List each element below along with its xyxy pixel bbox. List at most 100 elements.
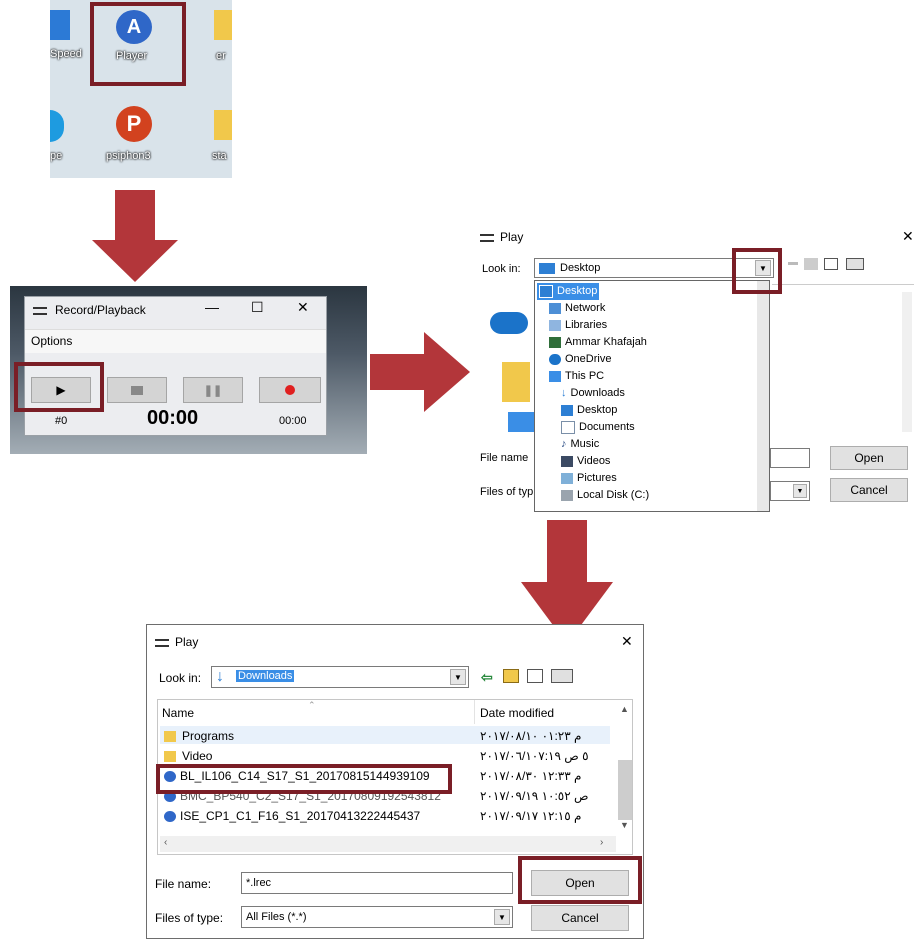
list-item[interactable]: Programs xyxy=(164,726,474,746)
back-arrow-icon[interactable]: ⇦ xyxy=(481,669,493,686)
options-menu[interactable]: Options xyxy=(31,334,72,348)
files-of-type-select[interactable]: All Files (*.*) ▼ xyxy=(241,906,513,928)
folder-icon-label: er xyxy=(216,50,226,62)
dropdown-item-onedrive[interactable]: OneDrive xyxy=(549,351,611,368)
menu-bar: Options xyxy=(25,329,326,353)
back-icon[interactable] xyxy=(788,262,798,265)
arrow-right-shaft xyxy=(370,354,424,390)
record-icon xyxy=(285,385,295,395)
folder-icon-label: sta xyxy=(212,150,227,162)
player-highlight-box xyxy=(90,2,186,86)
time-display: 00:00 xyxy=(147,407,199,429)
new-folder-icon[interactable] xyxy=(527,669,543,683)
scroll-up-icon[interactable]: ▲ xyxy=(620,704,629,714)
dropdown-item-desktop-root[interactable]: Desktop xyxy=(537,283,600,300)
chevron-down-icon[interactable]: ▼ xyxy=(793,484,807,498)
desktop-icon xyxy=(539,263,555,274)
dropdown-item-videos[interactable]: Videos xyxy=(561,453,610,470)
dropdown-scrollbar[interactable] xyxy=(757,281,769,511)
folder-icon[interactable] xyxy=(214,110,232,140)
arrow-down-head xyxy=(92,240,178,282)
dropdown-item-pictures[interactable]: Pictures xyxy=(561,470,617,487)
skype-icon[interactable] xyxy=(50,110,64,142)
file-list[interactable] xyxy=(772,284,914,434)
horizontal-scrollbar[interactable]: ‹ › xyxy=(160,836,616,852)
dropdown-item-desktop[interactable]: Desktop xyxy=(561,402,617,419)
list-item[interactable]: ISE_CP1_C1_F16_S1_20170413222445437 xyxy=(164,806,474,826)
dropdown-item-local-disk[interactable]: Local Disk (C:) xyxy=(561,487,649,504)
close-button[interactable]: ✕ xyxy=(621,633,633,650)
dropdown-item-label: Pictures xyxy=(577,472,617,484)
date-modified: ۲۰۱۷/۰۹/۱۷ م ۱۲:۱٥ xyxy=(480,809,582,823)
duration-display: 00:00 xyxy=(279,415,307,427)
files-of-type-label: Files of typ xyxy=(480,486,534,498)
close-button[interactable]: ✕ xyxy=(297,299,309,316)
name-column-header[interactable]: Name xyxy=(162,706,194,720)
folder-icon xyxy=(164,750,176,762)
user-folder-icon[interactable] xyxy=(502,362,530,402)
cancel-button[interactable]: Cancel xyxy=(531,905,629,931)
file-name-input[interactable]: *.lrec xyxy=(241,872,513,894)
desktop-icon xyxy=(539,285,553,298)
scroll-left-icon[interactable]: ‹ xyxy=(164,837,167,848)
window-icon xyxy=(33,307,47,315)
dropdown-item-this-pc[interactable]: This PC xyxy=(549,368,604,385)
date-modified: ۲۰۱۷/۰۸/۱۰ م ۰۱:۲۳ xyxy=(480,729,582,743)
record-button[interactable] xyxy=(259,377,321,403)
play-dialog-1: Play ✕ Look in: Desktop ▼ Desktop Networ… xyxy=(472,222,914,512)
dropdown-item-libraries[interactable]: Libraries xyxy=(549,317,607,334)
arrow-down-shaft xyxy=(115,190,155,240)
pause-button[interactable]: ❚❚ xyxy=(183,377,243,403)
file-name-input[interactable] xyxy=(770,448,810,468)
view-menu-icon[interactable] xyxy=(551,669,573,683)
libraries-icon xyxy=(549,320,561,331)
cancel-button[interactable]: Cancel xyxy=(830,478,908,502)
psiphon-app-icon[interactable]: P xyxy=(116,106,152,142)
dropdown-item-documents[interactable]: Documents xyxy=(561,419,635,436)
dropdown-item-label: Libraries xyxy=(565,319,608,331)
scrollbar[interactable] xyxy=(902,292,912,432)
skype-icon-label: pe xyxy=(50,150,63,162)
up-folder-icon[interactable] xyxy=(804,258,818,270)
look-in-combo[interactable]: ↓ Downloads ▼ xyxy=(211,666,469,688)
dropdown-item-label: Documents xyxy=(579,421,635,433)
date-column-header[interactable]: Date modified xyxy=(480,706,554,720)
sort-up-icon: ⌃ xyxy=(308,700,316,710)
dropdown-item-user[interactable]: Ammar Khafajah xyxy=(549,334,647,351)
up-folder-icon[interactable] xyxy=(503,669,519,683)
minimize-button[interactable]: — xyxy=(205,299,219,315)
film-icon xyxy=(561,456,573,467)
stop-icon xyxy=(131,385,143,395)
dropdown-item-downloads[interactable]: ↓ Downloads xyxy=(561,385,625,402)
dropdown-item-label: Network xyxy=(565,302,606,314)
files-of-type-select[interactable]: ▼ xyxy=(770,481,810,501)
vertical-scrollbar-thumb[interactable] xyxy=(618,760,632,820)
open-button[interactable]: Open xyxy=(830,446,908,470)
scroll-down-icon[interactable]: ▼ xyxy=(620,820,629,830)
view-menu-icon[interactable] xyxy=(846,258,864,270)
dropdown-item-label: Videos xyxy=(577,455,611,467)
folder-icon[interactable] xyxy=(214,10,232,40)
drive-icon xyxy=(561,490,573,501)
dropdown-item-network[interactable]: Network xyxy=(549,300,605,317)
dropdown-item-label: OneDrive xyxy=(565,353,612,365)
dropdown-item-label: Desktop xyxy=(577,404,618,416)
file-name-label: File name xyxy=(480,452,529,464)
dialog-title: Play xyxy=(500,230,524,244)
onedrive-icon[interactable] xyxy=(490,312,528,334)
stop-button[interactable] xyxy=(107,377,167,403)
look-in-label: Look in: xyxy=(482,263,521,275)
scroll-right-icon[interactable]: › xyxy=(600,837,603,848)
chevron-down-icon[interactable]: ▼ xyxy=(450,669,466,685)
dropdown-item-music[interactable]: ♪ Music xyxy=(561,436,599,453)
computer-icon xyxy=(549,371,561,382)
chevron-down-icon[interactable]: ▼ xyxy=(494,909,510,925)
new-folder-icon[interactable] xyxy=(824,258,838,270)
close-button[interactable]: ✕ xyxy=(902,228,914,245)
psiphon-icon-label: psiphon3 xyxy=(106,150,151,162)
speed-app-icon[interactable] xyxy=(50,10,70,40)
list-item[interactable]: Video xyxy=(164,746,474,766)
user-icon xyxy=(549,337,561,348)
maximize-button[interactable]: ☐ xyxy=(251,299,264,316)
file-name: Programs xyxy=(182,729,235,743)
